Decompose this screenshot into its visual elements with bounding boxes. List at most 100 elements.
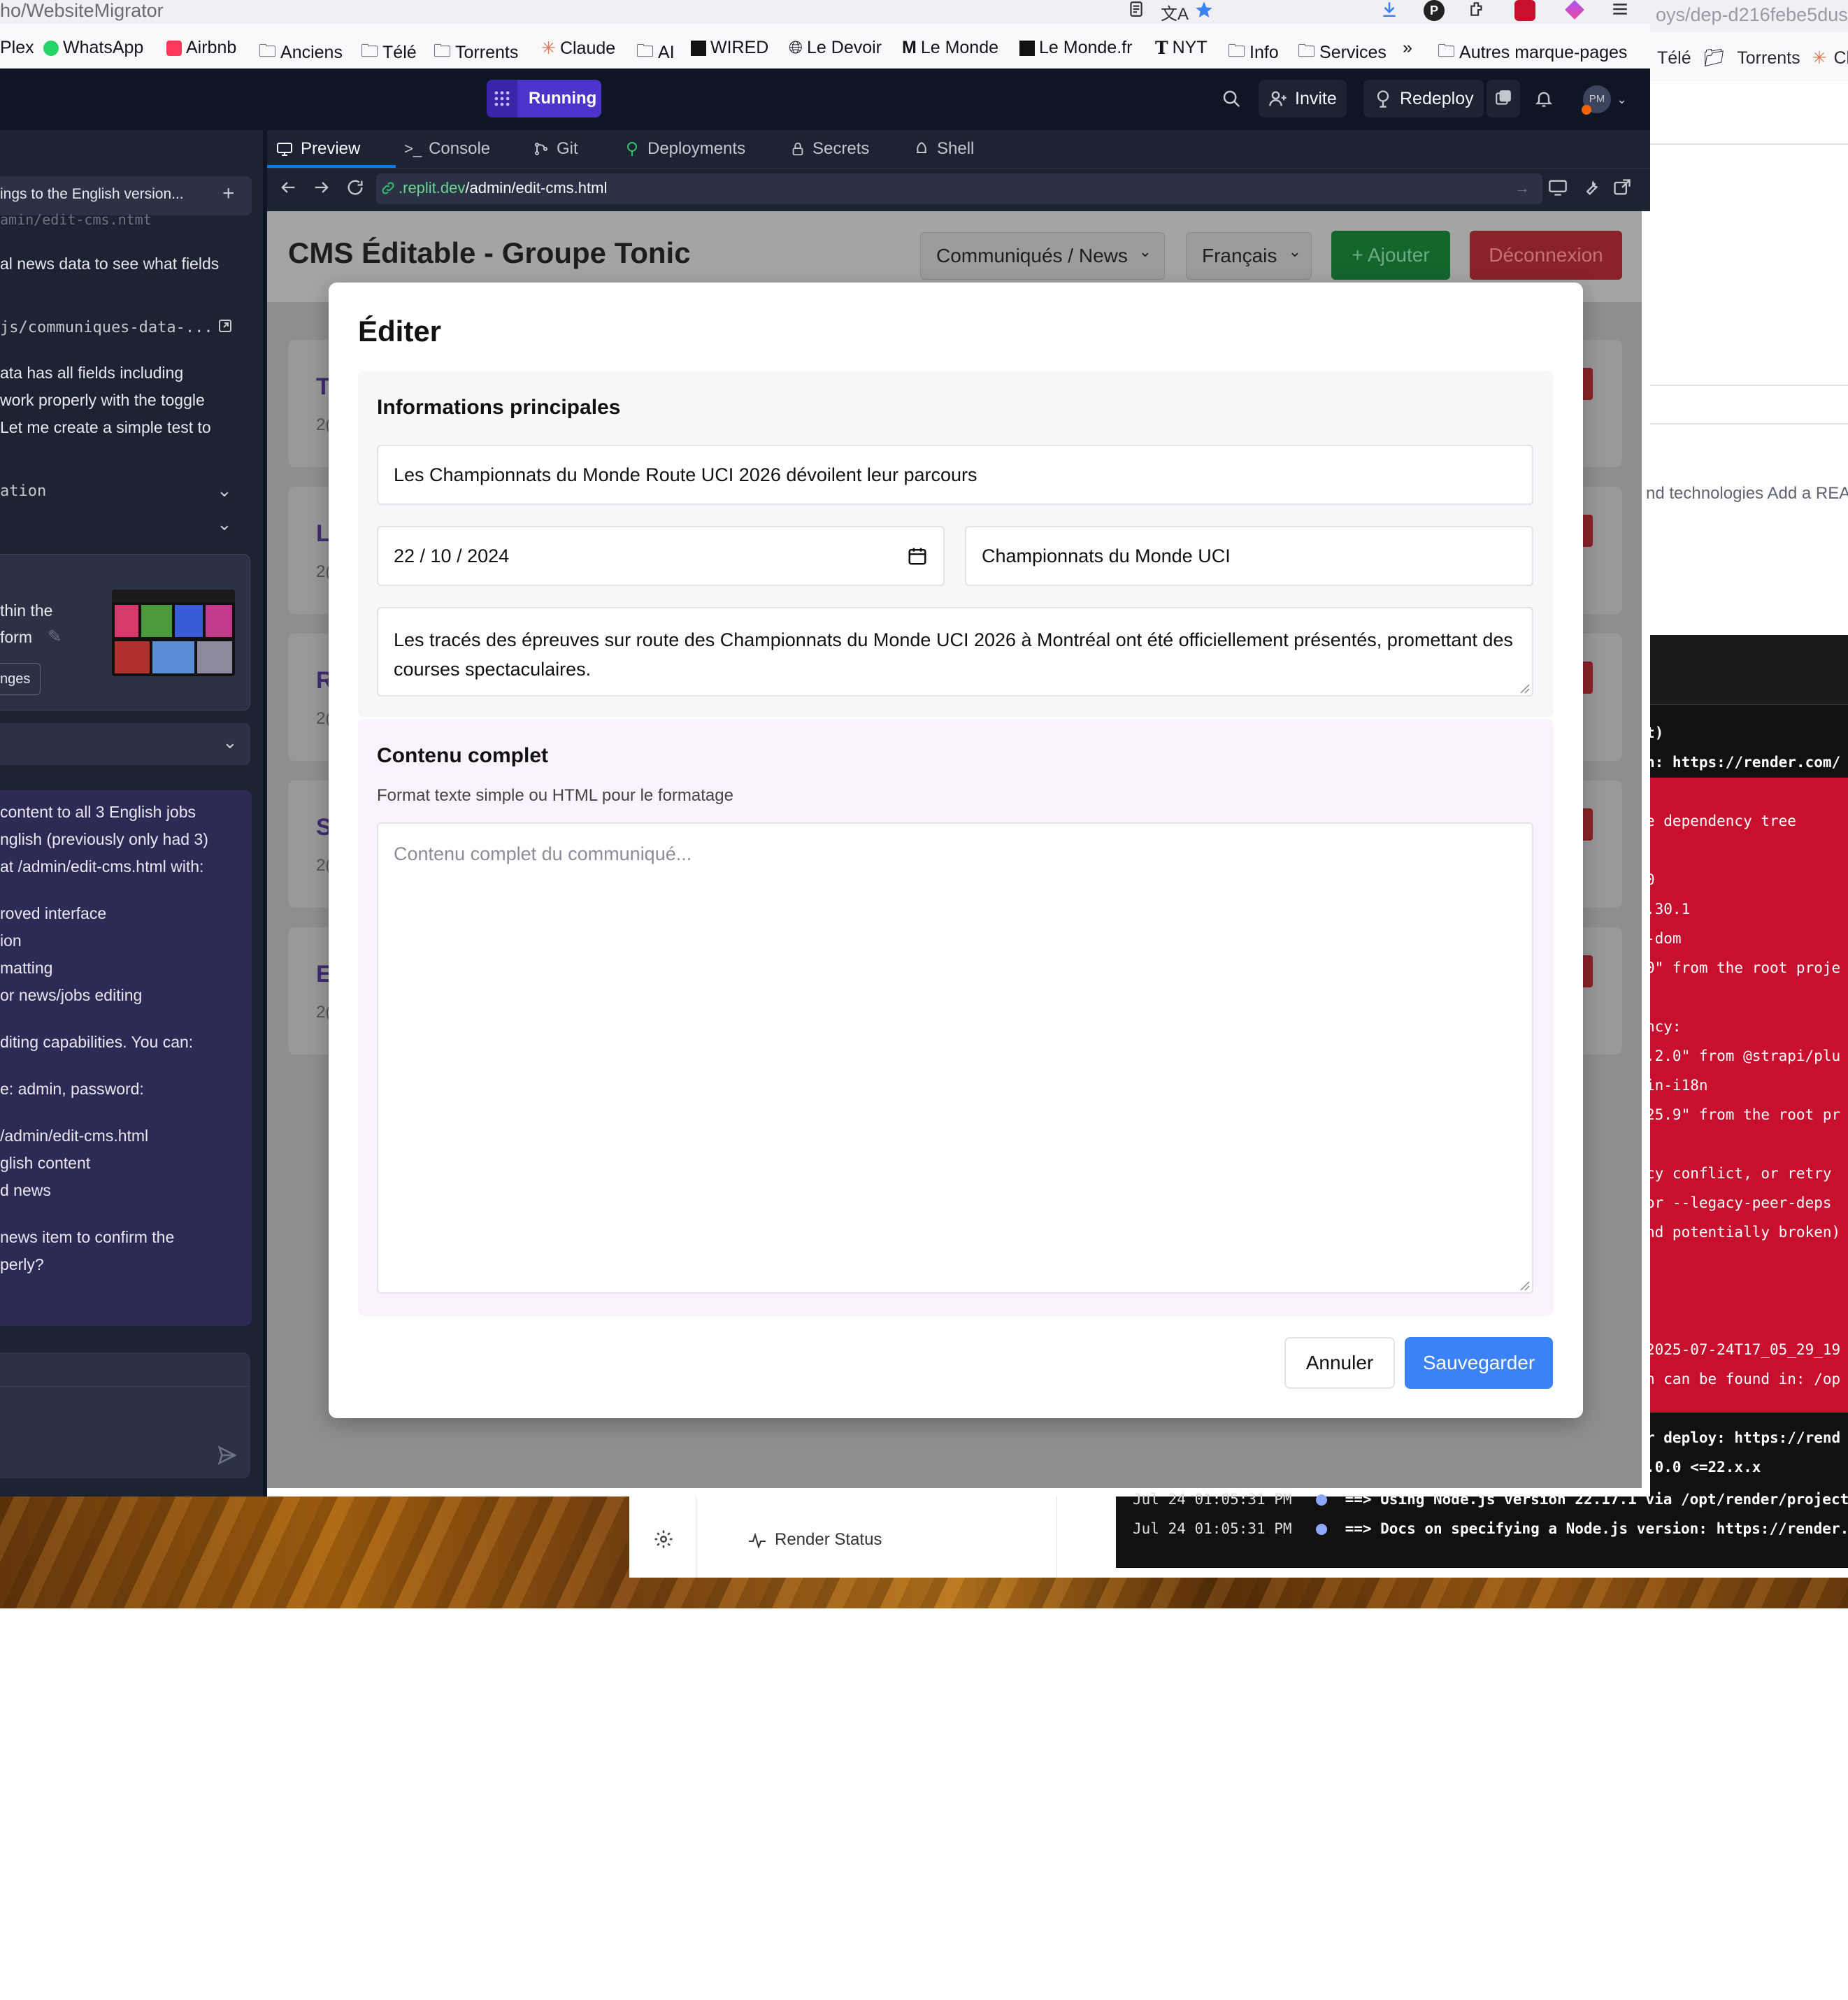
bookmark-folder-ai[interactable]: 🗀︎ AI [636, 38, 675, 68]
chevron-down-icon[interactable]: ⌄ [217, 480, 232, 501]
monitor-icon [275, 141, 294, 157]
new-thread-plus-icon[interactable]: + [222, 183, 235, 204]
bookmark-folder-torrents[interactable]: 🗀︎ Torrents [434, 38, 518, 68]
content-type-select[interactable]: Communiqués / News ⌄ [920, 232, 1165, 280]
render-log-line: cy conflict, or retry [1646, 1165, 1832, 1182]
save-button[interactable]: Sauvegarder [1405, 1337, 1553, 1389]
agent-thread-title: ings to the English version... [0, 186, 184, 202]
agent-chat-input[interactable] [0, 1352, 250, 1478]
render-log-line: .30.1 [1646, 901, 1691, 917]
background-bookmark[interactable]: ✳ [1812, 48, 1827, 68]
date-value: 22 / 10 / 2024 [394, 545, 510, 566]
search-icon[interactable] [1221, 88, 1242, 109]
view-changes-label: nges [0, 671, 31, 687]
bookmark-le-devoir[interactable]: 🌐︎ Le Devoir [789, 38, 882, 58]
preview-thumbnail[interactable] [112, 590, 235, 676]
menu-icon[interactable] [1611, 0, 1629, 18]
tab-shell[interactable]: Shell [913, 130, 974, 168]
agent-file-reference[interactable]: js/communiques-data-... [0, 319, 213, 336]
resize-grip-icon[interactable] [1517, 681, 1530, 694]
chevron-down-icon[interactable]: ⌄ [222, 731, 238, 753]
tab-deployments[interactable]: Deployments [624, 130, 745, 168]
chevron-down-icon[interactable]: ⌄ [217, 513, 232, 535]
tab-secrets[interactable]: Secrets [790, 130, 869, 168]
content-textarea[interactable]: Contenu complet du communiqué... [377, 822, 1533, 1294]
cancel-button[interactable]: Annuler [1284, 1337, 1395, 1389]
bookmark-folder-services[interactable]: 🗀︎ Services [1298, 38, 1387, 68]
tab-console[interactable]: >_ Console [404, 130, 490, 168]
workspace-window-button[interactable] [1487, 80, 1520, 117]
resize-grip-icon[interactable] [1517, 1278, 1530, 1291]
bookmark-nyt[interactable]: T NYT [1155, 38, 1208, 58]
bookmark-airbnb[interactable]: Airbnb [166, 38, 236, 58]
render-log-header [1650, 635, 1848, 705]
background-bookmark[interactable]: Télé [1657, 48, 1691, 68]
open-new-tab-icon[interactable] [1612, 178, 1632, 197]
gear-icon[interactable] [653, 1529, 674, 1550]
devtools-wrench-icon[interactable] [1582, 178, 1601, 197]
notifications-bell-icon[interactable] [1534, 88, 1554, 109]
background-url-bar[interactable]: oys/dep-d216febe5dus7 [1650, 0, 1848, 32]
render-status-link[interactable]: Render Status [748, 1530, 882, 1550]
background-page-text: nd technologies Add a REA [1646, 484, 1848, 503]
bookmark-whatsapp[interactable]: WhatsApp [43, 38, 143, 58]
tab-preview[interactable]: Preview [275, 130, 360, 168]
forward-arrow-icon[interactable] [312, 178, 331, 197]
background-bookmark[interactable]: 📁︎ Torrents [1703, 48, 1800, 68]
airbnb-icon [166, 40, 182, 56]
bookmark-plex[interactable]: Plex [0, 38, 34, 58]
open-file-icon[interactable] [217, 317, 234, 334]
redeploy-button[interactable]: Redeploy [1363, 80, 1484, 117]
reload-icon[interactable] [345, 178, 365, 197]
agent-message-line: work properly with the toggle [0, 391, 205, 409]
title-input[interactable]: Les Championnats du Monde Route UCI 2026… [377, 445, 1533, 505]
translate-icon[interactable]: 文A [1161, 0, 1189, 24]
log-message: ==> Using Node.js version 22.17.1 via /o… [1345, 1491, 1848, 1508]
bookmark-folder-tele[interactable]: 🗀︎ Télé [361, 38, 417, 68]
bookmark-wired[interactable]: WIRED [691, 38, 768, 58]
category-input[interactable]: Championnats du Monde UCI [965, 526, 1533, 586]
agent-message-line: al news data to see what fields [0, 255, 220, 273]
extensions-icon[interactable] [1468, 0, 1487, 18]
render-log-line: .2.0" from @strapi/plu [1646, 1048, 1841, 1064]
summary-textarea[interactable]: Les tracés des épreuves sur route des Ch… [377, 607, 1533, 697]
category-value: Championnats du Monde UCI [982, 545, 1231, 566]
add-user-icon [1268, 89, 1288, 108]
download-icon[interactable] [1380, 0, 1398, 18]
chevron-down-icon[interactable]: ⌄ [1617, 92, 1627, 107]
calendar-icon[interactable] [907, 545, 928, 566]
language-value: Français [1202, 245, 1277, 266]
logout-button[interactable]: Déconnexion [1470, 231, 1622, 280]
bookmarks-overflow-chevron-icon[interactable]: » [1403, 38, 1412, 58]
bookmark-claude[interactable]: ✳ Claude [541, 38, 615, 59]
terminal-icon: >_ [404, 140, 422, 157]
background-url-text: oys/dep-d216febe5dus7 [1656, 4, 1848, 25]
url-bar[interactable] [0, 0, 1650, 24]
extension-p-icon[interactable]: P [1424, 0, 1445, 21]
bookmark-le-monde-fr[interactable]: Le Monde.fr [1019, 38, 1132, 58]
back-arrow-icon[interactable] [278, 178, 298, 197]
tab-git[interactable]: Git [533, 130, 578, 168]
bookmark-folder-other[interactable]: 🗀︎ Autres marque-pages [1438, 38, 1627, 68]
send-icon[interactable] [217, 1445, 238, 1466]
add-button[interactable]: + Ajouter [1331, 231, 1450, 280]
agent-summary-line: ion [0, 931, 22, 950]
bookmark-le-monde[interactable]: M Le Monde [902, 38, 998, 58]
language-select[interactable]: Français ⌄ [1186, 232, 1312, 280]
agent-summary-line: nglish (previously only had 3) [0, 830, 208, 848]
device-icon[interactable] [1548, 178, 1568, 197]
chevron-down-icon: ⌄ [1288, 243, 1301, 260]
view-changes-button[interactable]: nges [0, 663, 41, 695]
reader-view-icon[interactable] [1127, 0, 1145, 18]
edit-pencil-icon[interactable]: ✎ [48, 627, 62, 647]
invite-button[interactable]: Invite [1259, 80, 1347, 117]
ublock-icon[interactable] [1514, 0, 1535, 21]
bookmark-star-icon[interactable] [1194, 0, 1214, 20]
agent-collapsible-section[interactable]: ation [0, 483, 46, 500]
go-arrow-icon[interactable]: → [1514, 179, 1530, 197]
date-input[interactable]: 22 / 10 / 2024 [377, 526, 945, 586]
agent-collapsed-section[interactable] [0, 723, 250, 765]
bookmark-folder-info[interactable]: 🗀︎ Info [1228, 38, 1279, 68]
bookmark-folder-anciens[interactable]: 🗀︎ Anciens [259, 38, 343, 68]
redeploy-label: Redeploy [1400, 88, 1474, 108]
